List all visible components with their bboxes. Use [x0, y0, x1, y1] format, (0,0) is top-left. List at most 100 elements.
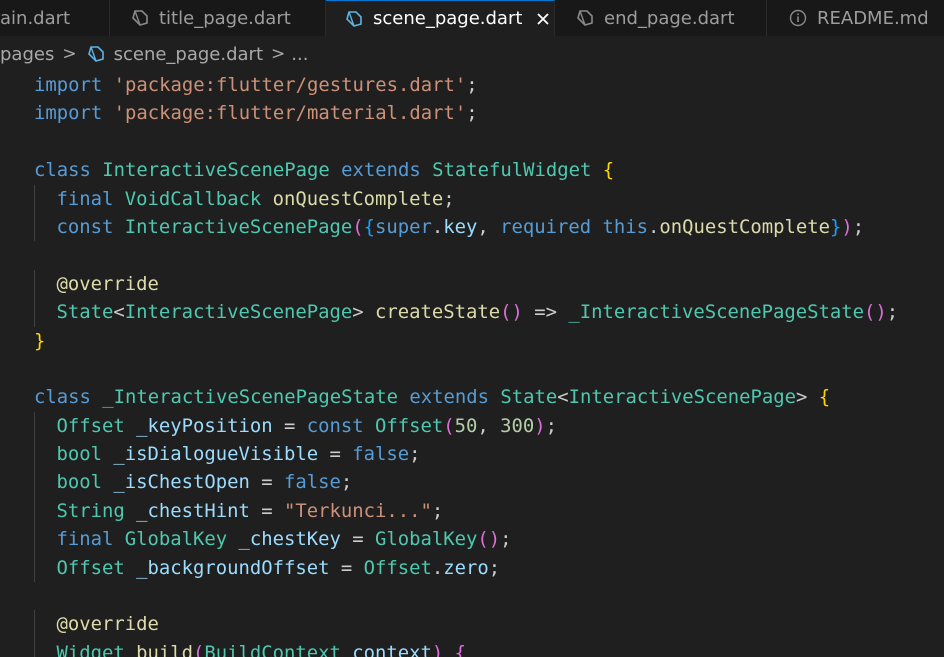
code-token: VoidCallback	[124, 187, 262, 210]
dart-file-icon	[130, 8, 150, 28]
code-line[interactable]: import 'package:flutter/material.dart';	[0, 99, 944, 127]
code-line[interactable]: State<InteractiveScenePage> createState(…	[0, 298, 944, 327]
code-token: ,	[477, 215, 501, 238]
code-token: ;	[431, 499, 444, 522]
code-token: ;	[545, 414, 557, 437]
code-line[interactable]: }	[0, 327, 944, 355]
code-token: State	[500, 386, 558, 409]
code-token: class	[34, 386, 91, 409]
code-line[interactable]: Offset _keyPosition = const Offset(50, 3…	[0, 411, 944, 441]
code-token: )	[431, 641, 444, 657]
code-line[interactable]: import 'package:flutter/gestures.dart';	[0, 71, 944, 99]
code-token: ;	[443, 187, 455, 210]
tab-label: ain.dart	[0, 7, 71, 29]
code-token: _backgroundOffset	[136, 556, 330, 579]
code-line[interactable]: final VoidCallback onQuestComplete;	[0, 184, 944, 213]
tab-main-dart[interactable]: ain.dart	[0, 0, 110, 36]
code-line[interactable]: Offset _backgroundOffset = Offset.zero;	[0, 553, 944, 583]
code-token: ,	[477, 414, 501, 437]
code-line[interactable]: const InteractiveScenePage({super.key, r…	[0, 212, 944, 242]
breadcrumb-file[interactable]: scene_page.dart	[114, 44, 263, 65]
code-line[interactable]: bool _isChestOpen = false;	[0, 468, 944, 497]
code-line[interactable]: @override	[0, 269, 944, 299]
code-token: "Terkunci..."	[283, 499, 432, 522]
code-token: _isDialogueVisible	[113, 443, 319, 466]
code-token: 'package:flutter/material.dart'	[113, 102, 467, 125]
code-token: (	[443, 414, 455, 437]
code-token: zero	[443, 556, 489, 579]
code-token: InteractiveScenePage	[124, 301, 353, 324]
tab-label: end_page.dart	[604, 7, 735, 29]
tab-end-page-dart[interactable]: end_page.dart	[555, 0, 767, 36]
code-line[interactable]	[0, 355, 944, 383]
code-token: ()	[500, 301, 523, 324]
indent-guide	[34, 440, 35, 469]
tab-title-page-dart[interactable]: title_page.dart	[110, 0, 326, 36]
code-token: >	[796, 386, 808, 409]
code-token: =>	[522, 301, 569, 324]
code-token: {	[818, 386, 831, 409]
code-line[interactable]: bool _isDialogueVisible = false;	[0, 440, 944, 469]
close-icon[interactable]	[534, 10, 552, 28]
code-token: import	[34, 74, 103, 96]
indent-guide	[34, 553, 35, 583]
code-token: GlobalKey	[374, 528, 478, 551]
code-token: import	[34, 102, 103, 125]
breadcrumb-symbol[interactable]: ...	[291, 44, 308, 65]
dart-file-icon	[344, 9, 364, 29]
code-line[interactable]: final GlobalKey _chestKey = GlobalKey();	[0, 525, 944, 554]
code-area[interactable]: import 'package:flutter/gestures.dart'; i…	[0, 71, 944, 657]
code-token: Offset	[363, 556, 432, 579]
code-line[interactable]: class _InteractiveScenePageState extends…	[0, 383, 944, 411]
code-token: )	[841, 215, 853, 238]
code-token: createState	[374, 301, 501, 324]
indent-guide	[34, 610, 35, 639]
code-token: }	[34, 329, 46, 352]
code-token: 50	[454, 414, 478, 437]
code-line[interactable]	[0, 582, 944, 610]
code-line[interactable]: Widget build(BuildContext context) {	[0, 638, 944, 657]
code-token: onQuestComplete	[272, 187, 444, 210]
info-icon	[788, 8, 808, 28]
tab-readme-md[interactable]: README.md	[767, 0, 944, 36]
code-line[interactable]: String _chestHint = "Terkunci...";	[0, 496, 944, 526]
code-line[interactable]	[0, 241, 944, 269]
code-token: String	[56, 499, 125, 522]
code-token: (	[193, 641, 205, 657]
code-token: final	[56, 187, 114, 210]
code-token: ;	[340, 471, 353, 494]
code-token: .	[647, 215, 660, 238]
code-token: =	[340, 528, 375, 551]
code-token: ()	[864, 301, 887, 324]
code-editor: ain.dart title_page.dart scene_page.dart	[0, 0, 944, 657]
code-token: super	[374, 215, 432, 238]
indent-guide	[34, 468, 35, 497]
code-token: _keyPosition	[136, 414, 273, 437]
code-token: bool	[56, 443, 103, 466]
code-line[interactable]	[0, 128, 944, 156]
code-line[interactable]: @override	[0, 610, 944, 639]
code-token: =	[329, 556, 364, 579]
tab-scene-page-dart[interactable]: scene_page.dart	[326, 0, 555, 36]
indent-guide	[34, 525, 35, 554]
breadcrumb-folder[interactable]: pages	[0, 44, 54, 65]
code-token: 'package:flutter/gestures.dart'	[113, 74, 467, 96]
code-token: (	[352, 215, 364, 238]
indent-guide	[34, 184, 35, 213]
code-token: {	[602, 159, 615, 182]
code-token: InteractiveScenePage	[124, 215, 353, 238]
code-token: .	[431, 215, 444, 238]
code-token: .	[431, 556, 444, 579]
code-token: BuildContext	[204, 641, 341, 657]
code-line[interactable]: class InteractiveScenePage extends State…	[0, 156, 944, 184]
